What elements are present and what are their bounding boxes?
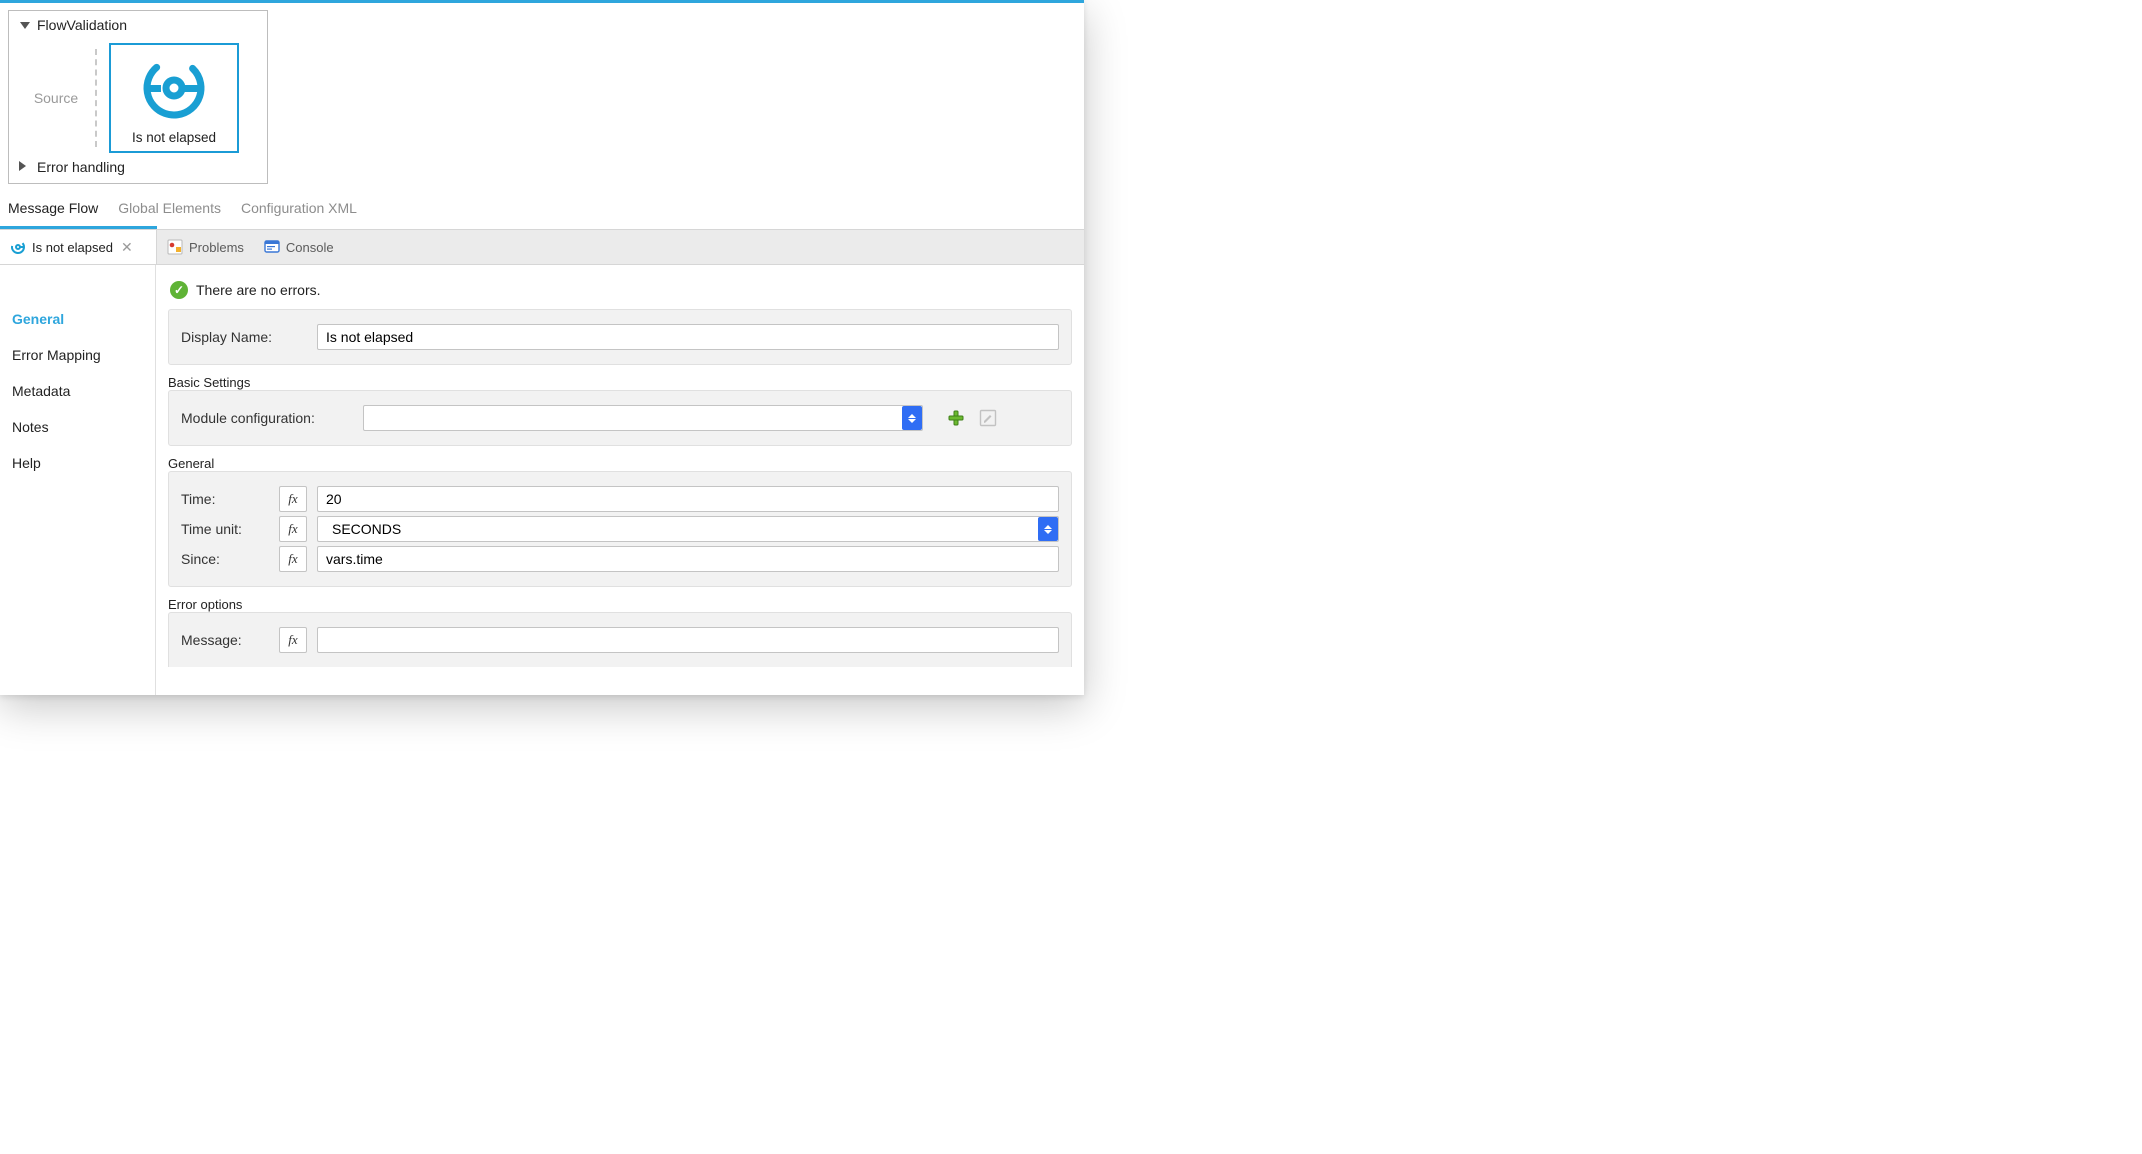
view-tab-problems[interactable]: Problems (157, 230, 254, 264)
display-name-label: Display Name: (181, 329, 307, 345)
console-label: Console (286, 240, 334, 255)
error-options-legend: Error options (168, 597, 1072, 612)
active-view-indicator (0, 226, 157, 229)
flow-name-label: FlowValidation (37, 17, 127, 33)
fx-button-since[interactable]: fx (279, 546, 307, 572)
module-config-label: Module configuration: (181, 410, 353, 426)
sidebar-item-metadata[interactable]: Metadata (0, 373, 155, 409)
view-tab-console[interactable]: Console (254, 230, 344, 264)
flow-header[interactable]: FlowValidation (9, 11, 267, 39)
fx-button-message[interactable]: fx (279, 627, 307, 653)
edit-config-button[interactable] (977, 407, 999, 429)
tab-message-flow[interactable]: Message Flow (8, 200, 98, 216)
add-config-button[interactable] (945, 407, 967, 429)
dropdown-arrow-icon[interactable] (1038, 517, 1058, 541)
error-handling-label: Error handling (37, 159, 125, 175)
source-slot[interactable]: Source (17, 49, 97, 147)
module-config-select[interactable] (363, 405, 923, 431)
twisty-down-icon[interactable] (19, 19, 31, 31)
error-handling-header[interactable]: Error handling (9, 153, 267, 183)
status-row: ✓ There are no errors. (168, 277, 1072, 309)
close-icon[interactable]: ✕ (119, 239, 135, 256)
message-label: Message: (181, 632, 269, 648)
time-label: Time: (181, 491, 269, 507)
tab-global-elements[interactable]: Global Elements (118, 200, 221, 216)
property-sidebar: General Error Mapping Metadata Notes Hel… (0, 265, 156, 695)
console-icon (264, 239, 280, 255)
component-is-not-elapsed[interactable]: Is not elapsed (109, 43, 239, 153)
sidebar-item-help[interactable]: Help (0, 445, 155, 481)
time-input[interactable] (317, 486, 1059, 512)
component-label: Is not elapsed (132, 130, 216, 145)
tab-configuration-xml[interactable]: Configuration XML (241, 200, 357, 216)
since-input[interactable] (317, 546, 1059, 572)
dropdown-arrow-icon[interactable] (902, 406, 922, 430)
sidebar-item-notes[interactable]: Notes (0, 409, 155, 445)
views-tabbar: Is not elapsed ✕ Problems (0, 229, 1084, 265)
validation-icon (141, 55, 207, 124)
flow-container: FlowValidation Source Is not el (8, 10, 268, 184)
time-unit-label: Time unit: (181, 521, 269, 537)
sidebar-item-general[interactable]: General (0, 301, 155, 337)
time-unit-select[interactable] (317, 516, 1059, 542)
ok-icon: ✓ (170, 281, 188, 299)
fx-button-time[interactable]: fx (279, 486, 307, 512)
editor-tabbar: Message Flow Global Elements Configurati… (0, 184, 1084, 226)
fx-button-time-unit[interactable]: fx (279, 516, 307, 542)
since-label: Since: (181, 551, 269, 567)
view-tab-label: Is not elapsed (32, 240, 113, 255)
display-name-input[interactable] (317, 324, 1059, 350)
problems-label: Problems (189, 240, 244, 255)
source-placeholder: Source (34, 90, 78, 106)
problems-icon (167, 239, 183, 255)
sidebar-item-error-mapping[interactable]: Error Mapping (0, 337, 155, 373)
twisty-right-icon[interactable] (19, 161, 31, 173)
status-text: There are no errors. (196, 282, 321, 298)
basic-settings-legend: Basic Settings (168, 375, 1072, 390)
message-input[interactable] (317, 627, 1059, 653)
general-legend: General (168, 456, 1072, 471)
validation-small-icon (10, 239, 26, 255)
view-tab-is-not-elapsed[interactable]: Is not elapsed ✕ (0, 230, 157, 264)
